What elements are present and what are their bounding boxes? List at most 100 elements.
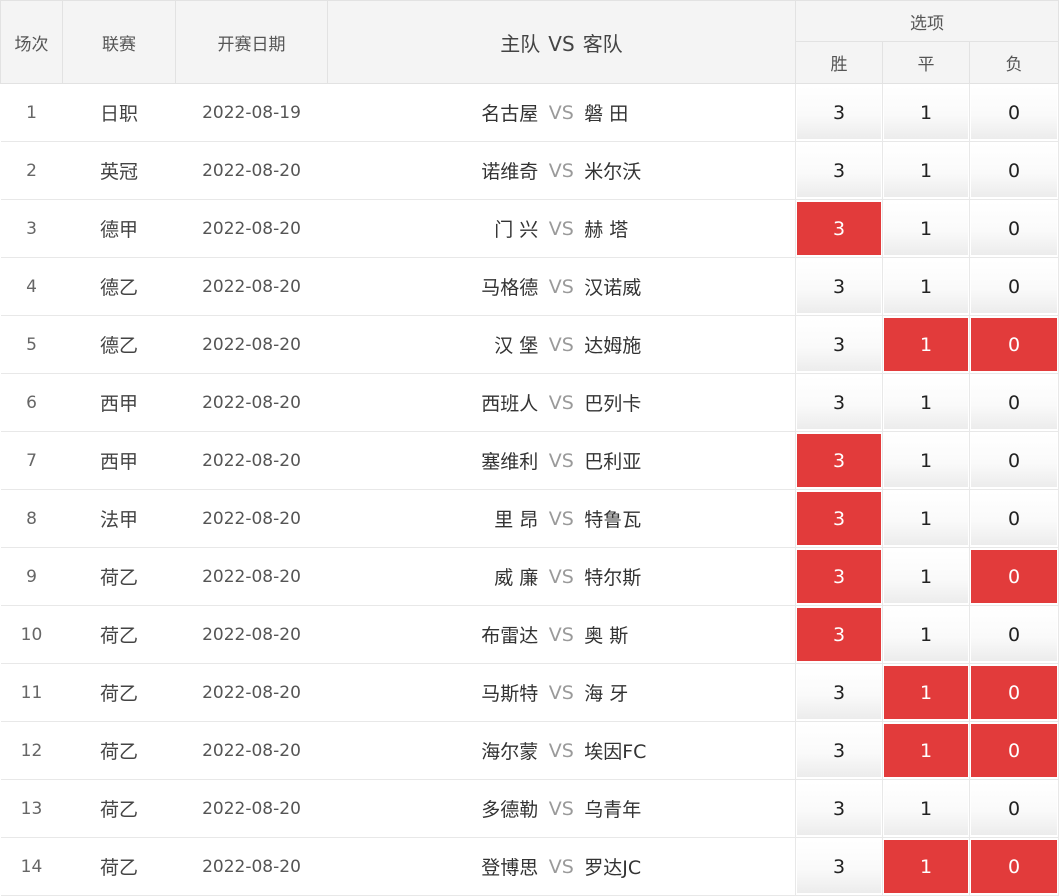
option-lose-button[interactable]: 0 [971, 144, 1058, 197]
option-lose-button[interactable]: 0 [971, 608, 1058, 661]
match-teams: 登博思 VS 罗达JC [327, 837, 796, 896]
option-lose-button[interactable]: 0 [971, 318, 1058, 371]
option-win-cell: 3 [795, 141, 883, 200]
match-teams-inner: 布雷达 VS 奥 斯 [328, 621, 796, 648]
option-lose-button[interactable]: 0 [971, 86, 1058, 139]
option-lose-button[interactable]: 0 [971, 840, 1058, 893]
match-number: 13 [0, 779, 63, 838]
match-number: 8 [0, 489, 63, 548]
home-team: 门 兴 [494, 219, 539, 241]
match-teams: 多德勒 VS 乌青年 [327, 779, 796, 838]
option-draw-button[interactable]: 1 [884, 724, 968, 777]
home-team: 海尔蒙 [481, 741, 539, 763]
option-draw-button[interactable]: 1 [884, 492, 968, 545]
match-number: 9 [0, 547, 63, 606]
option-draw-button[interactable]: 1 [884, 550, 968, 603]
option-draw-button[interactable]: 1 [884, 840, 968, 893]
option-win-button[interactable]: 3 [797, 434, 881, 487]
match-teams-inner: 马格德 VS 汉诺威 [328, 273, 796, 300]
option-draw-cell: 1 [882, 83, 970, 142]
option-draw-button[interactable]: 1 [884, 434, 968, 487]
option-lose-cell: 0 [968, 83, 1060, 142]
header-match: 主队 VS 客队 [327, 0, 796, 84]
vs-label: VS [548, 623, 574, 646]
match-league: 荷乙 [62, 779, 176, 838]
table-row: 2 英冠 2022-08-20 诺维奇 VS 米尔沃 3 1 0 [0, 141, 1060, 200]
away-team: 磐 田 [584, 103, 629, 125]
match-number: 7 [0, 431, 63, 490]
match-teams: 名古屋 VS 磐 田 [327, 83, 796, 142]
home-team: 名古屋 [481, 103, 539, 125]
match-teams: 门 兴 VS 赫 塔 [327, 199, 796, 258]
match-date: 2022-08-20 [175, 373, 328, 432]
option-draw-cell: 1 [882, 257, 970, 316]
option-lose-button[interactable]: 0 [971, 260, 1058, 313]
option-win-button[interactable]: 3 [797, 86, 881, 139]
option-win-button[interactable]: 3 [797, 202, 881, 255]
option-draw-button[interactable]: 1 [884, 260, 968, 313]
match-teams: 马格德 VS 汉诺威 [327, 257, 796, 316]
option-win-button[interactable]: 3 [797, 144, 881, 197]
match-number: 10 [0, 605, 63, 664]
away-team: 巴利亚 [584, 451, 642, 473]
away-team: 巴列卡 [584, 393, 642, 415]
vs-label: VS [548, 797, 574, 820]
table-row: 12 荷乙 2022-08-20 海尔蒙 VS 埃因FC 3 1 0 [0, 721, 1060, 780]
table-row: 5 德乙 2022-08-20 汉 堡 VS 达姆施 3 1 0 [0, 315, 1060, 374]
option-lose-button[interactable]: 0 [971, 666, 1058, 719]
option-win-button[interactable]: 3 [797, 666, 881, 719]
option-lose-button[interactable]: 0 [971, 434, 1058, 487]
option-lose-button[interactable]: 0 [971, 376, 1058, 429]
match-league: 荷乙 [62, 721, 176, 780]
option-win-button[interactable]: 3 [797, 318, 881, 371]
option-win-button[interactable]: 3 [797, 724, 881, 777]
option-win-button[interactable]: 3 [797, 550, 881, 603]
option-draw-button[interactable]: 1 [884, 376, 968, 429]
option-win-button[interactable]: 3 [797, 492, 881, 545]
match-teams-inner: 名古屋 VS 磐 田 [328, 99, 796, 126]
match-teams-inner: 诺维奇 VS 米尔沃 [328, 157, 796, 184]
option-win-button[interactable]: 3 [797, 840, 881, 893]
option-win-button[interactable]: 3 [797, 608, 881, 661]
option-win-button[interactable]: 3 [797, 260, 881, 313]
option-draw-cell: 1 [882, 779, 970, 838]
home-team: 汉 堡 [494, 335, 539, 357]
option-lose-button[interactable]: 0 [971, 492, 1058, 545]
table-row: 10 荷乙 2022-08-20 布雷达 VS 奥 斯310 [0, 605, 1060, 664]
header-home: 主队 [500, 31, 541, 56]
away-team: 乌青年 [584, 799, 642, 821]
option-lose-cell: 0 [968, 663, 1060, 722]
vs-label: VS [548, 333, 574, 356]
option-draw-button[interactable]: 1 [884, 782, 968, 835]
option-lose-cell: 0 [968, 315, 1060, 374]
match-date: 2022-08-20 [175, 199, 328, 258]
vs-label: VS [548, 565, 574, 588]
option-lose-button[interactable]: 0 [971, 550, 1058, 603]
header-vs: VS [548, 31, 575, 56]
match-number: 14 [0, 837, 63, 896]
option-win-button[interactable]: 3 [797, 782, 881, 835]
option-draw-button[interactable]: 1 [884, 86, 968, 139]
option-draw-button[interactable]: 1 [884, 144, 968, 197]
vs-label: VS [548, 739, 574, 762]
match-date: 2022-08-20 [175, 547, 328, 606]
option-draw-button[interactable]: 1 [884, 318, 968, 371]
match-league: 德乙 [62, 315, 176, 374]
match-league: 荷乙 [62, 663, 176, 722]
match-number: 12 [0, 721, 63, 780]
home-team: 诺维奇 [481, 161, 539, 183]
match-date: 2022-08-20 [175, 663, 328, 722]
option-win-button[interactable]: 3 [797, 376, 881, 429]
option-win-cell: 3 [795, 315, 883, 374]
option-draw-button[interactable]: 1 [884, 666, 968, 719]
option-draw-cell: 1 [882, 489, 970, 548]
option-lose-button[interactable]: 0 [971, 202, 1058, 255]
option-lose-button[interactable]: 0 [971, 724, 1058, 777]
option-draw-button[interactable]: 1 [884, 202, 968, 255]
match-date: 2022-08-20 [175, 257, 328, 316]
option-draw-button[interactable]: 1 [884, 608, 968, 661]
option-lose-button[interactable]: 0 [971, 782, 1058, 835]
match-number: 3 [0, 199, 63, 258]
match-number: 2 [0, 141, 63, 200]
option-win-cell: 3 [795, 663, 883, 722]
